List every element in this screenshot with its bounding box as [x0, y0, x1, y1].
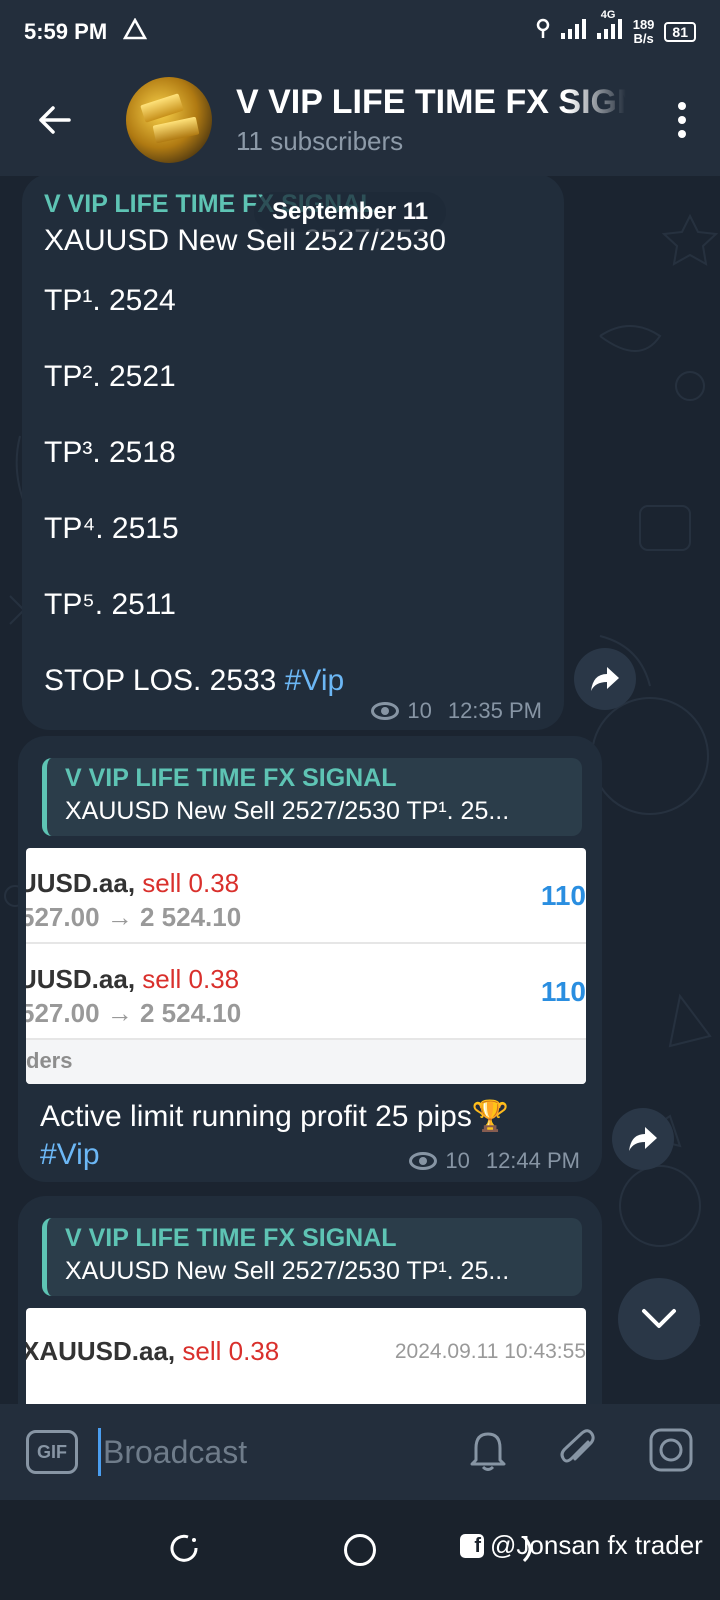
message-line: TP¹. 2524 [44, 284, 176, 317]
forward-button[interactable] [612, 1108, 674, 1170]
view-count: 10 [407, 698, 432, 723]
system-nav-bar: f @Jonsan fx trader [0, 1500, 720, 1600]
input-actions [468, 1427, 694, 1478]
symbol-text: UUSD.aa, [26, 964, 136, 994]
trade-prices: 527.00 → 2 524.10 [26, 998, 242, 1028]
status-icons: 4G 189 B/s 81 [535, 9, 696, 46]
signal-4g-icon: 4G [596, 9, 623, 45]
message-bubble[interactable]: V VIP LIFE TIME FX SIGNAL XAUUSD New Sel… [22, 176, 564, 730]
message-line: TP². 2521 [44, 360, 176, 393]
broadcast-input[interactable]: Broadcast [98, 1428, 418, 1476]
channel-info[interactable]: V VIP LIFE TIME FX SIGNAL 11 subscribers [236, 83, 626, 157]
reply-preview[interactable]: V VIP LIFE TIME FX SIGNAL XAUUSD New Sel… [42, 1218, 582, 1296]
speed-value: 189 [632, 17, 655, 32]
trade-row: UUSD.aa, sell 0.38 527.00 → 2 524.10 110 [26, 848, 586, 944]
trade-row: UUSD.aa, sell 0.38 527.00 → 2 524.10 110 [26, 944, 586, 1040]
scroll-down-button[interactable] [618, 1278, 700, 1360]
share-arrow-icon [629, 1127, 657, 1151]
date-separator: September 11 [254, 192, 447, 232]
camera-icon[interactable] [648, 1427, 694, 1478]
trade-prices: 527.00 → 2 524.10 [26, 902, 242, 932]
eye-icon [409, 1152, 438, 1170]
chevron-down-icon [642, 1309, 676, 1328]
message-time: 12:44 PM [485, 1148, 580, 1173]
trade-action: sell 0.38 [182, 1336, 280, 1366]
channel-title: V VIP LIFE TIME FX SIGNAL [236, 83, 626, 121]
trade-screenshot[interactable]: XAUUSD.aa, sell 0.38 2024.09.11 10:43:55 [26, 1308, 586, 1404]
more-options-button[interactable] [672, 102, 692, 138]
trade-action: sell 0.38 [142, 964, 240, 994]
subscriber-count: 11 subscribers [236, 126, 404, 156]
alert-triangle-icon [123, 17, 148, 46]
message-line: TP³. 2518 [44, 436, 176, 469]
message-line: TP⁵. 2511 [44, 588, 176, 621]
input-bar: GIF Broadcast [0, 1404, 720, 1500]
chat-area[interactable]: V VIP LIFE TIME FX SIGNAL XAUUSD New Sel… [0, 176, 720, 1404]
trade-date: 2024.09.11 10:43:55 [394, 1340, 586, 1363]
reply-preview[interactable]: V VIP LIFE TIME FX SIGNAL XAUUSD New Sel… [42, 758, 582, 836]
network-speed: 189 B/s [633, 18, 655, 46]
forward-button[interactable] [574, 648, 636, 710]
reply-text: XAUUSD New Sell 2527/2530 TP¹. 25... [65, 797, 510, 825]
network-type: 4G [600, 9, 616, 21]
message-line: TP⁴. 2515 [44, 512, 179, 545]
recent-apps-icon[interactable] [170, 1534, 200, 1569]
stop-loss-text: STOP LOS. 2533 [44, 664, 277, 697]
trade-symbol: UUSD.aa, sell 0.38 [26, 964, 239, 995]
watermark-text: @Jonsan fx trader [490, 1530, 703, 1560]
signal-icon [560, 19, 587, 45]
battery-indicator: 81 [664, 22, 696, 42]
speed-unit: B/s [633, 31, 654, 46]
watermark: f @Jonsan fx trader [460, 1530, 703, 1561]
trade-symbol: XAUUSD.aa, sell 0.38 [26, 1336, 279, 1367]
location-icon [535, 18, 551, 46]
message-bubble[interactable]: V VIP LIFE TIME FX SIGNAL XAUUSD New Sel… [18, 736, 602, 1182]
trade-screenshot[interactable]: UUSD.aa, sell 0.38 527.00 → 2 524.10 110… [26, 848, 586, 1084]
trade-profit: 110 [540, 880, 586, 911]
gif-button[interactable]: GIF [26, 1430, 78, 1474]
eye-icon [371, 702, 400, 720]
bell-icon[interactable] [468, 1428, 508, 1477]
screenshot-footer: ders [26, 1040, 586, 1084]
message-bubble[interactable]: V VIP LIFE TIME FX SIGNAL XAUUSD New Sel… [18, 1196, 602, 1404]
clock: 5:59 PM [24, 19, 108, 44]
trade-profit: 110 [540, 976, 586, 1007]
status-bar: 5:59 PM 4G 189 B/s 81 [0, 0, 720, 64]
chat-header: V VIP LIFE TIME FX SIGNAL 11 subscribers [0, 64, 720, 176]
trade-symbol: UUSD.aa, sell 0.38 [26, 868, 239, 899]
home-button[interactable] [344, 1534, 376, 1566]
symbol-text: XAUUSD.aa, [26, 1336, 176, 1366]
caption-text: Active limit running profit 25 pips🏆 [40, 1100, 510, 1133]
facebook-icon: f [460, 1533, 484, 1558]
view-count: 10 [445, 1148, 470, 1173]
paperclip-icon[interactable] [558, 1428, 598, 1477]
reply-author: V VIP LIFE TIME FX SIGNAL [65, 1224, 397, 1252]
back-button[interactable] [24, 90, 84, 150]
arrow-left-icon [39, 106, 71, 134]
symbol-text: UUSD.aa, [26, 868, 136, 898]
message-time: 12:35 PM [447, 698, 542, 723]
trade-action: sell 0.38 [142, 868, 240, 898]
share-arrow-icon [591, 667, 619, 691]
hashtag-link[interactable]: #Vip [285, 664, 345, 697]
hashtag-link[interactable]: #Vip [40, 1138, 100, 1171]
channel-avatar[interactable] [126, 77, 212, 163]
reply-text: XAUUSD New Sell 2527/2530 TP¹. 25... [65, 1257, 510, 1285]
message-meta: 10 12:35 PM [371, 698, 542, 724]
message-meta: 10 12:44 PM [409, 1148, 580, 1174]
reply-author: V VIP LIFE TIME FX SIGNAL [65, 764, 397, 792]
